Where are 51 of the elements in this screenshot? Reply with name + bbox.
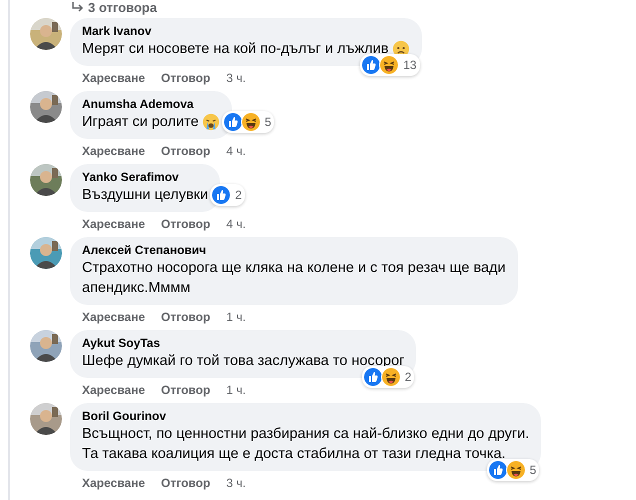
author-name[interactable]: Mark Ivanov [82,23,410,39]
thumbs-up-icon [361,55,382,75]
reaction-count: 5 [530,463,536,477]
comment-text: Играят си ролите [82,113,199,132]
laughing-face-icon [506,460,526,480]
replies-link[interactable]: 3 отговора [88,0,157,14]
like-link[interactable]: Харесване [82,216,146,232]
like-link[interactable]: Харесване [82,309,146,325]
reply-link[interactable]: Отговор [161,475,210,491]
author-name[interactable]: Anumsha Ademova [82,96,220,112]
thumbs-up-icon [222,112,243,132]
author-name[interactable]: Yanko Serafimov [82,169,208,185]
like-link[interactable]: Харесване [82,143,146,159]
like-link[interactable]: Харесване [82,70,146,86]
crying-face-icon [202,113,220,131]
reaction-count: 13 [403,58,417,72]
comment-text: Въздушни целувки [82,186,208,205]
laughing-face-icon [380,367,401,387]
like-link[interactable]: Харесване [82,475,146,491]
reactions-badge[interactable]: 2 [362,366,414,388]
thumbs-up-icon [362,367,383,387]
reply-link[interactable]: Отговор [161,143,210,159]
reactions-badge[interactable]: 5 [486,459,540,481]
comment-time[interactable]: 3 ч. [226,475,246,491]
comment-text: Страхотно носорога ще кляка на колене и с тоя резач ще вади [82,259,506,278]
thumbs-up-icon [211,185,232,205]
thumbs-up-icon [488,460,508,480]
comment-time[interactable]: 1 ч. [226,309,246,325]
laughing-face-icon [240,112,261,132]
comment-text: Всъщност, по ценностни разбирания са най-близко едни до други. [82,425,530,444]
reaction-count: 2 [235,188,242,202]
comment-text: апендикс.Мммм [82,279,190,298]
reaction-count: 5 [264,115,272,129]
reply-arrow-icon [72,2,84,12]
comment-time[interactable]: 4 ч. [226,216,246,232]
reactions-badge[interactable]: 2 [210,184,245,206]
reply-link[interactable]: Отговор [161,309,210,325]
author-name[interactable]: Boril Gourinov [82,408,530,424]
comment-time[interactable]: 4 ч. [226,143,246,159]
reply-link[interactable]: Отговор [161,382,210,398]
comment-time[interactable]: 3 ч. [226,70,246,86]
reply-link[interactable]: Отговор [161,70,210,86]
reactions-badge[interactable]: 13 [360,54,420,76]
comment-time[interactable]: 1 ч. [226,382,246,398]
reaction-count: 2 [404,370,412,384]
reply-link[interactable]: Отговор [161,216,210,232]
author-name[interactable]: Алексей Степанович [82,242,506,258]
like-link[interactable]: Харесване [82,382,146,398]
author-name[interactable]: Aykut SoyTas [82,335,404,351]
reactions-badge[interactable]: 5 [222,111,274,133]
laughing-face-icon [379,55,400,75]
